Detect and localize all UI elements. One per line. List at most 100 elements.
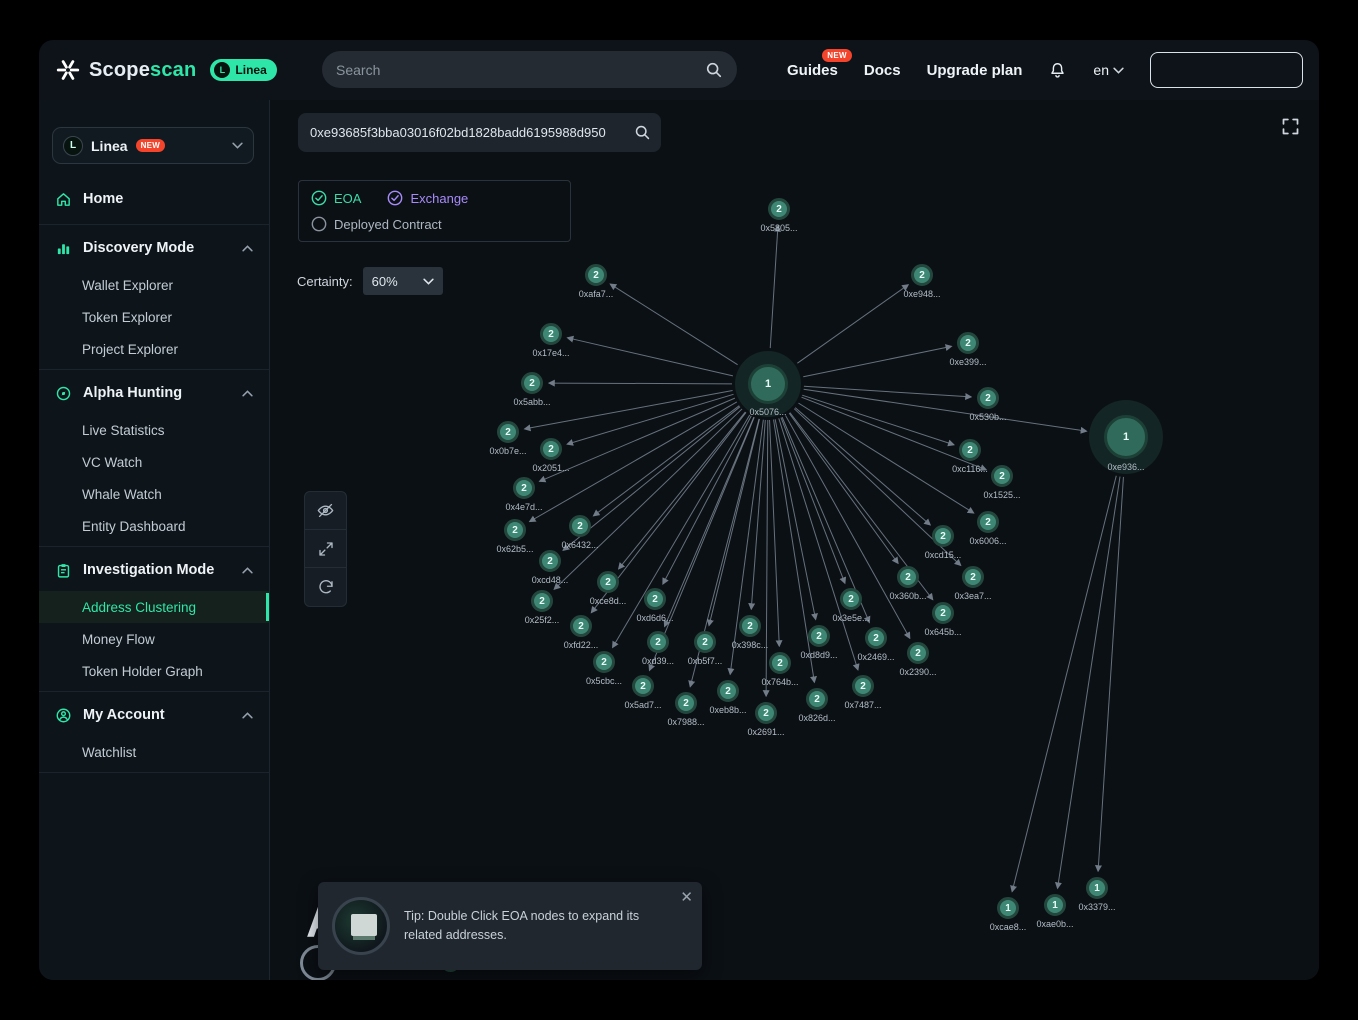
node-address-label: 0x3e5e...: [832, 613, 869, 623]
graph-node[interactable]: 20x2469...: [865, 627, 887, 649]
graph-node[interactable]: 20xe399...: [957, 332, 979, 354]
node-address-label: 0xe948...: [903, 289, 940, 299]
sidebar-item-address-clustering[interactable]: Address Clustering: [39, 591, 269, 623]
graph-node[interactable]: 20x5805...: [768, 198, 790, 220]
graph-node[interactable]: 10x3379...: [1086, 877, 1108, 899]
app-window: Scopescan L Linea Guides NEW Docs Upgrad…: [39, 40, 1319, 980]
graph-node[interactable]: 20x7988...: [675, 692, 697, 714]
refresh-button[interactable]: [305, 568, 346, 606]
graph-node[interactable]: 20xd6d6...: [644, 588, 666, 610]
graph-node[interactable]: 20xcd15...: [932, 525, 954, 547]
graph-node[interactable]: 20xcd48...: [539, 550, 561, 572]
node-address-label: 0xd8d9...: [800, 650, 837, 660]
graph-node[interactable]: 20x6432...: [569, 515, 591, 537]
nav-guides[interactable]: Guides NEW: [787, 62, 838, 79]
sidebar-item-my-account[interactable]: My Account: [39, 694, 269, 736]
graph-node[interactable]: 20xfd22...: [570, 615, 592, 637]
home-icon: [55, 191, 72, 208]
graph-node[interactable]: 20xce8d...: [597, 571, 619, 593]
sidebar-item-discovery-mode[interactable]: Discovery Mode: [39, 227, 269, 269]
legend-eoa[interactable]: EOA: [311, 190, 361, 206]
sidebar-item-money-flow[interactable]: Money Flow: [39, 623, 269, 655]
graph-node[interactable]: 20x764b...: [769, 652, 791, 674]
graph-node[interactable]: 20x398c...: [739, 615, 761, 637]
graph-node[interactable]: 20x2691...: [755, 702, 777, 724]
chain-badge[interactable]: L Linea: [210, 59, 276, 81]
graph-node[interactable]: 20x5ad7...: [632, 675, 654, 697]
graph-node[interactable]: 20x25f2...: [531, 590, 553, 612]
graph-node[interactable]: 20x6006...: [977, 511, 999, 533]
graph-node[interactable]: 20xd39...: [647, 631, 669, 653]
graph-node[interactable]: 20xe948...: [911, 264, 933, 286]
graph-node[interactable]: 20x530b...: [977, 387, 999, 409]
graph-node[interactable]: 20x826d...: [806, 688, 828, 710]
node-address-label: 0xe399...: [949, 357, 986, 367]
node-address-label: 0x6006...: [969, 536, 1006, 546]
graph-node[interactable]: 20x5abb...: [521, 372, 543, 394]
sidebar-item-token-holder-graph[interactable]: Token Holder Graph: [39, 655, 269, 687]
hide-labels-button[interactable]: [305, 492, 346, 530]
sidebar-item-live-statistics[interactable]: Live Statistics: [39, 414, 269, 446]
sidebar-item-home[interactable]: Home: [39, 178, 269, 220]
sidebar-item-vc-watch[interactable]: VC Watch: [39, 446, 269, 478]
header-search-input[interactable]: [336, 62, 705, 78]
node-count: 2: [959, 439, 981, 461]
fullscreen-icon[interactable]: [1280, 116, 1301, 140]
graph-node[interactable]: 20x0b7e...: [497, 421, 519, 443]
sidebar-item-alpha-hunting[interactable]: Alpha Hunting: [39, 372, 269, 414]
graph-node[interactable]: 10xcae8...: [997, 897, 1019, 919]
graph-node[interactable]: 20x17e4...: [540, 323, 562, 345]
sidebar-item-whale-watch[interactable]: Whale Watch: [39, 478, 269, 510]
graph-node[interactable]: 20x3ea7...: [962, 566, 984, 588]
address-input[interactable]: [310, 125, 634, 140]
graph-node[interactable]: 20xeb8b...: [717, 680, 739, 702]
chevron-down-icon: [1113, 67, 1124, 74]
fit-view-button[interactable]: [305, 530, 346, 568]
node-address-label: 0xd39...: [642, 656, 674, 666]
node-address-label: 0x645b...: [924, 627, 961, 637]
nav-docs[interactable]: Docs: [864, 62, 901, 79]
language-selector[interactable]: en: [1093, 62, 1124, 78]
graph-node[interactable]: 20x2390...: [907, 642, 929, 664]
graph-node[interactable]: 20xb5f7...: [694, 631, 716, 653]
search-icon[interactable]: [634, 124, 651, 141]
graph-node[interactable]: 20x62b5...: [504, 519, 526, 541]
eye-off-icon: [316, 501, 335, 520]
graph-node[interactable]: 20x645b...: [932, 602, 954, 624]
graph-node[interactable]: 20x2051...: [540, 438, 562, 460]
sidebar-item-wallet-explorer[interactable]: Wallet Explorer: [39, 269, 269, 301]
sidebar-item-project-explorer[interactable]: Project Explorer: [39, 333, 269, 365]
search-icon[interactable]: [705, 61, 723, 79]
legend-exchange[interactable]: Exchange: [387, 190, 468, 206]
node-address-label: 0xcd15...: [925, 550, 962, 560]
graph-node[interactable]: 10x5076...: [748, 364, 788, 404]
graph-node[interactable]: 20x5cbc...: [593, 651, 615, 673]
node-address-label: 0x62b5...: [496, 544, 533, 554]
sidebar-item-investigation-mode[interactable]: Investigation Mode: [39, 549, 269, 591]
legend-deployed-contract[interactable]: Deployed Contract: [311, 216, 442, 232]
certainty-dropdown[interactable]: 60%: [363, 267, 443, 295]
graph-node[interactable]: 20xc116...: [959, 439, 981, 461]
sidebar-menu: Home Discovery ModeWallet ExplorerToken E…: [39, 178, 269, 773]
graph-node[interactable]: 10xe936...: [1104, 415, 1148, 459]
nav-upgrade-plan[interactable]: Upgrade plan: [927, 62, 1023, 79]
node-count: 2: [897, 566, 919, 588]
graph-node[interactable]: 20x4e7d...: [513, 477, 535, 499]
guides-new-badge: NEW: [822, 49, 852, 62]
graph-node[interactable]: 20x3e5e...: [840, 588, 862, 610]
logo[interactable]: Scopescan L Linea: [55, 57, 277, 83]
notifications-bell-icon[interactable]: [1048, 61, 1067, 80]
sidebar-item-watchlist[interactable]: Watchlist: [39, 736, 269, 768]
close-icon[interactable]: ✕: [680, 890, 693, 905]
chevron-down-icon: [232, 142, 243, 149]
sidebar-item-entity-dashboard[interactable]: Entity Dashboard: [39, 510, 269, 542]
graph-node[interactable]: 20xd8d9...: [808, 625, 830, 647]
sidebar-item-token-explorer[interactable]: Token Explorer: [39, 301, 269, 333]
graph-node[interactable]: 10xae0b...: [1044, 894, 1066, 916]
graph-node[interactable]: 20x1525...: [991, 465, 1013, 487]
graph-node[interactable]: 20x7487...: [852, 675, 874, 697]
graph-node[interactable]: 20x360b...: [897, 566, 919, 588]
connect-wallet-button[interactable]: [1150, 52, 1303, 88]
network-selector[interactable]: L Linea NEW: [52, 127, 254, 164]
graph-node[interactable]: 20xafa7...: [585, 264, 607, 286]
